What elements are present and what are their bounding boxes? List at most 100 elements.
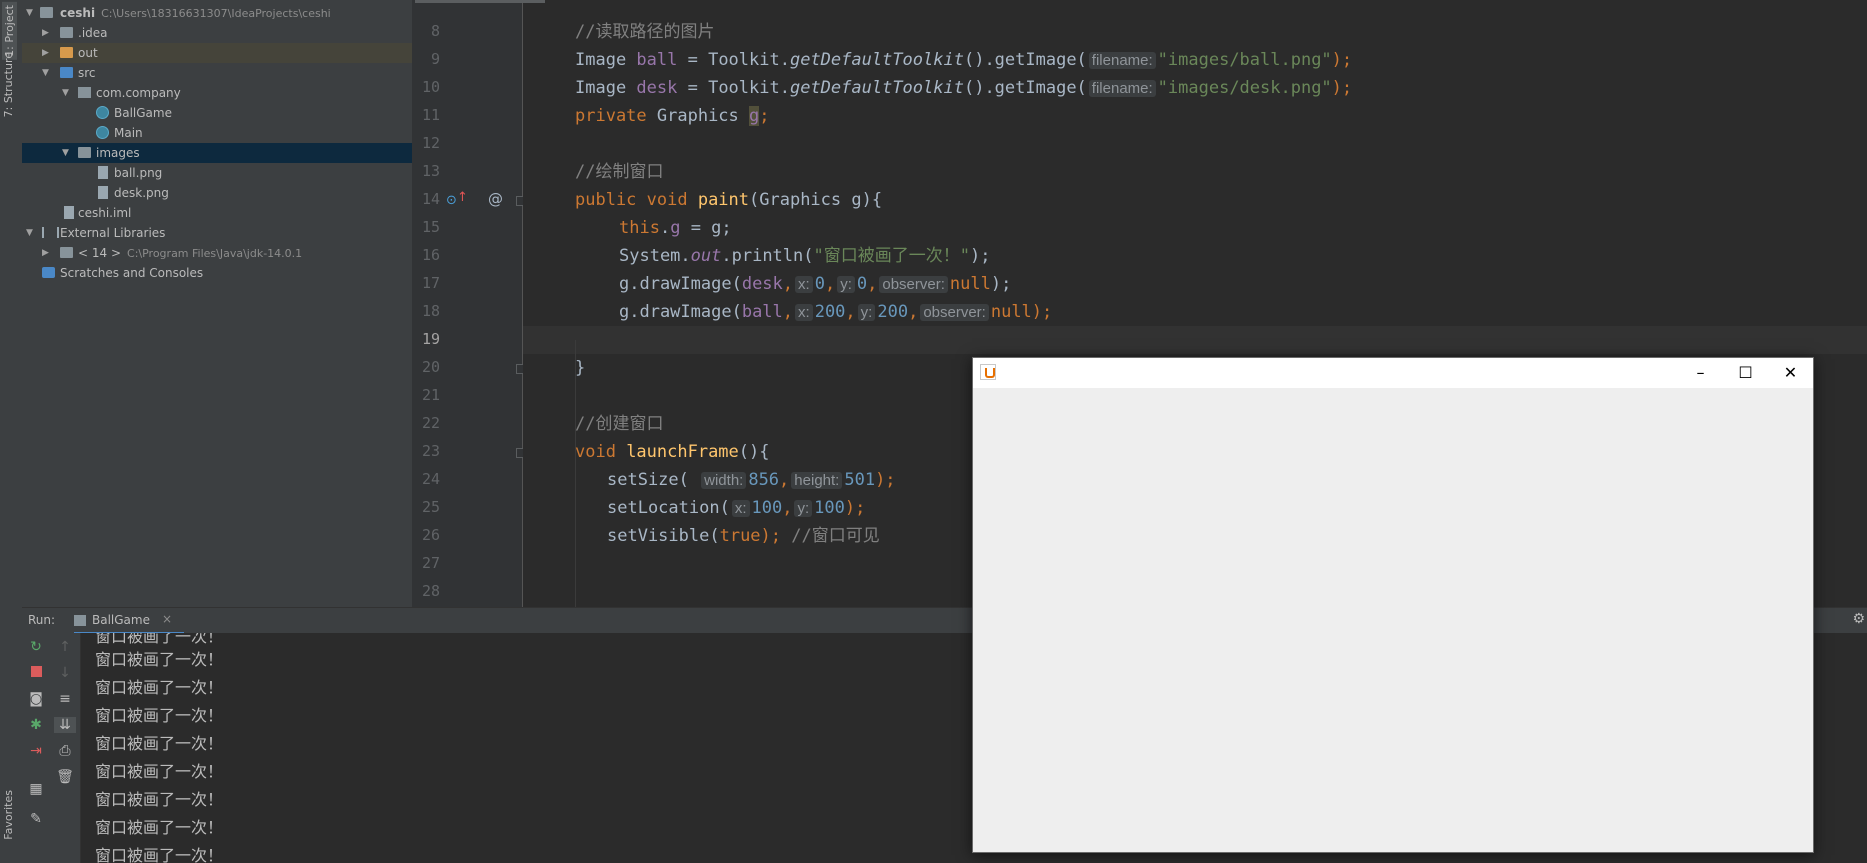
minimize-button[interactable]: – [1678,358,1723,388]
code-text: = g; [680,218,732,238]
code-method: paint [697,190,750,210]
window-content-area[interactable] [973,388,1813,852]
run-tab-label: BallGame [92,613,150,627]
favorites-tool-tab[interactable]: Favorites [2,790,15,840]
tree-row-scratches[interactable]: Scratches and Consoles [22,263,412,283]
line-number: 18 [421,302,440,320]
code-number: 100 [814,498,845,518]
line-number: 20 [421,358,440,376]
jdk-icon [60,247,73,258]
chevron-down-icon[interactable]: ▼ [26,223,36,243]
tree-label: External Libraries [60,226,166,240]
code-field: g [670,218,681,238]
tree-row-src[interactable]: ▼ src [22,63,412,83]
run-tab[interactable]: BallGame × [74,612,184,634]
print-icon[interactable]: ⎙ [54,743,76,759]
window-title-bar[interactable]: – ☐ ✕ [973,358,1813,388]
code-line-13: //绘制窗口 [575,158,663,186]
folder-icon [40,7,53,18]
tree-row-idea[interactable]: ▶ .idea [22,23,412,43]
code-line-26: setVisible(true); //窗口可见 [607,522,880,550]
rerun-icon[interactable]: ↻ [25,639,47,655]
line-number: 17 [421,274,440,292]
override-marker-icon[interactable]: ⊙ [446,193,457,208]
scratch-icon [42,267,55,278]
chevron-down-icon[interactable]: ▼ [62,83,72,103]
code-line-11: private Graphics g; [575,102,770,130]
line-number: 23 [421,442,440,460]
param-hint: x: [731,500,750,517]
chevron-right-icon[interactable]: ▶ [42,243,52,263]
arrow-up-icon[interactable]: ↑ [54,639,76,655]
chevron-right-icon[interactable]: ▶ [42,23,52,43]
line-number: 24 [421,470,440,488]
trash-icon[interactable]: 🗑 [54,769,76,785]
line-number: 27 [421,554,440,572]
layout-icon[interactable]: ▦ [25,781,47,797]
stop-icon[interactable] [25,665,47,681]
code-field: desk [636,78,678,98]
maximize-button[interactable]: ☐ [1723,358,1768,388]
code-keyword: private [575,106,657,126]
tree-row-com-company[interactable]: ▼ com.company [22,83,412,103]
chevron-down-icon[interactable]: ▼ [62,143,72,163]
close-icon[interactable]: × [162,612,172,626]
class-icon [96,106,109,119]
swing-frame-window[interactable]: – ☐ ✕ [972,357,1814,853]
comment: //绘制窗口 [575,162,664,182]
tree-row-external-libraries[interactable]: ▼ External Libraries [22,223,412,243]
tree-path: C:\Users\18316631307\IdeaProjects\ceshi [101,7,331,20]
code-line-9: Image ball = Toolkit.getDefaultToolkit()… [575,46,1352,74]
code-keyword: null [949,274,991,294]
chevron-down-icon[interactable]: ▼ [42,63,52,83]
current-line-highlight [523,326,1867,354]
code-text: (Graphics g){ [749,190,883,210]
structure-tool-tab[interactable]: 7: Structure [2,52,15,117]
pin-icon[interactable]: ✎ [25,811,47,827]
tree-row-jdk[interactable]: ▶ < 14 > C:\Program Files\Java\jdk-14.0.1 [22,243,412,263]
tree-label: desk.png [114,186,169,200]
console-line: 窗口被画了一次！ [95,650,224,669]
soft-wrap-icon[interactable]: ≡ [54,691,76,707]
chevron-down-icon[interactable]: ▼ [26,3,36,23]
gear-icon[interactable]: ⚙ [1852,611,1865,627]
tree-row-desk-png[interactable]: desk.png [22,183,412,203]
close-button[interactable]: ✕ [1768,358,1813,388]
image-file-icon [98,186,108,199]
tree-row-ball-png[interactable]: ball.png [22,163,412,183]
param-hint: y: [794,500,813,517]
arrow-down-icon[interactable]: ↓ [54,665,76,681]
code-number: 100 [751,498,783,518]
code-line-25: setLocation(x: 100, y: 100); [607,498,866,518]
tree-row-out[interactable]: ▶ out [22,43,412,63]
comment: //创建窗口 [575,414,664,434]
tree-label: com.company [96,86,181,100]
debug-icon[interactable]: ✱ [25,717,47,733]
camera-icon[interactable]: ◙ [25,691,47,707]
code-line-17: g.drawImage(desk, x: 0, y: 0, observer: null); [619,274,1012,294]
package-icon [78,87,91,98]
console-line: 窗口被画了一次！ [95,734,224,753]
exit-icon[interactable]: ⇥ [25,743,47,759]
chevron-right-icon[interactable]: ▶ [42,43,52,63]
annotation-marker-icon[interactable]: @ [488,190,503,208]
tree-row-ceshi-iml[interactable]: ceshi.iml [22,203,412,223]
line-number: 15 [421,218,440,236]
console-line: 窗口被画了一次！ [95,678,224,697]
tree-row-main[interactable]: Main [22,123,412,143]
console-line: 窗口被画了一次！ [95,706,224,725]
tree-row-ballgame[interactable]: BallGame [22,103,412,123]
code-line-23: void launchFrame(){ [575,438,770,466]
code-text: System. [619,246,691,266]
folder-icon [60,27,73,38]
code-text: ); [1331,78,1353,98]
tree-row-ceshi[interactable]: ▼ ceshi C:\Users\18316631307\IdeaProjects… [22,3,412,23]
tree-row-images[interactable]: ▼ images [22,143,412,163]
code-text: ; [759,106,770,126]
console-line: 窗口被画了一次！ [95,633,224,646]
arrow-up-icon[interactable]: ↑ [457,190,468,205]
code-text: g.drawImage( [619,274,742,294]
scroll-to-end-icon[interactable]: ⇊ [54,717,76,733]
param-hint: y: [837,276,855,293]
horizontal-scrollbar[interactable] [415,0,545,3]
